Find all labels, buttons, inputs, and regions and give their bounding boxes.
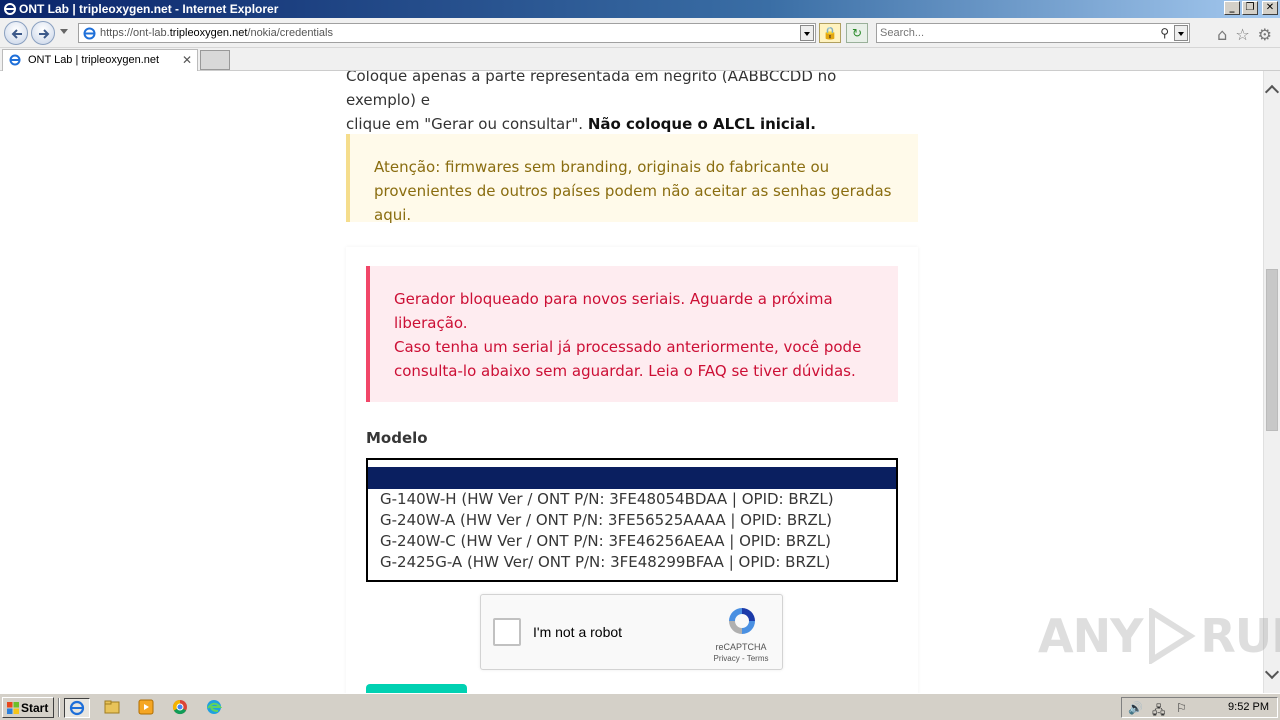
new-tab-button[interactable]	[200, 50, 230, 70]
home-icon[interactable]: ⌂	[1217, 25, 1227, 44]
anyrun-watermark: ANY RUN	[1038, 608, 1280, 664]
tab-bar: ONT Lab | tripleoxygen.net ✕	[0, 48, 1280, 71]
recaptcha-widget: I'm not a robot reCAPTCHA Privacy - Term…	[480, 594, 783, 670]
model-listbox[interactable]: G-140W-H (HW Ver / ONT P/N: 3FE48054BDAA…	[366, 458, 898, 582]
system-tray: 🔊 🖧 ⚐ 9:52 PM	[1121, 697, 1278, 718]
ie-icon	[69, 700, 85, 716]
tab-ont-lab[interactable]: ONT Lab | tripleoxygen.net ✕	[2, 49, 198, 71]
window-controls: _ ❐ ✕	[1224, 1, 1278, 15]
alert-text-line1: Gerador bloqueado para novos seriais. Ag…	[394, 290, 833, 308]
scroll-down-icon[interactable]	[1264, 664, 1280, 680]
taskbar-media-player-icon[interactable]	[134, 698, 160, 718]
intro-paragraph: Coloque apenas a parte representada em n…	[346, 71, 906, 136]
close-window-button[interactable]: ✕	[1262, 1, 1278, 15]
start-button[interactable]: Start	[2, 697, 54, 718]
play-triangle-icon	[1149, 608, 1197, 664]
url-path: /nokia/credentials	[247, 27, 333, 39]
history-dropdown-icon[interactable]	[60, 29, 68, 34]
address-url[interactable]: https://ont-lab.tripleoxygen.net/nokia/c…	[100, 27, 333, 39]
model-option-selected[interactable]	[368, 467, 896, 489]
navigation-bar: https://ont-lab.tripleoxygen.net/nokia/c…	[0, 18, 1280, 48]
window-title: ONT Lab | tripleoxygen.net - Internet Ex…	[19, 2, 279, 16]
search-icon[interactable]: ⚲	[1160, 26, 1169, 40]
watermark-left-text: ANY	[1038, 609, 1143, 663]
search-box[interactable]: ⚲	[876, 23, 1190, 43]
generator-card: Gerador bloqueado para novos seriais. Ag…	[346, 247, 918, 693]
window-titlebar: ONT Lab | tripleoxygen.net - Internet Ex…	[0, 0, 1280, 18]
taskbar-chrome-icon[interactable]	[168, 698, 194, 718]
generator-blocked-alert: Gerador bloqueado para novos seriais. Ag…	[366, 266, 898, 402]
search-dropdown-button[interactable]	[1174, 25, 1188, 41]
model-option[interactable]: G-240W-C (HW Ver / ONT P/N: 3FE46256AEAA…	[380, 532, 831, 550]
alert-text-line2: liberação.	[394, 314, 468, 332]
restore-button[interactable]: ❐	[1242, 1, 1258, 15]
recaptcha-logo-icon	[729, 608, 755, 634]
start-label: Start	[21, 701, 49, 715]
folder-icon	[104, 700, 120, 714]
back-arrow-icon	[11, 29, 22, 39]
watermark-right-text: RUN	[1200, 609, 1280, 663]
url-prefix: https://ont-lab.	[100, 27, 170, 39]
recaptcha-checkbox[interactable]	[493, 618, 521, 646]
minimize-button[interactable]: _	[1224, 1, 1240, 15]
taskbar-explorer-icon[interactable]	[100, 698, 126, 718]
warning-text-line2: provenientes de outros países podem não …	[374, 182, 892, 224]
address-dropdown-button[interactable]	[800, 25, 814, 41]
taskbar-edge-icon[interactable]	[202, 698, 228, 718]
favorites-star-icon[interactable]: ☆	[1235, 25, 1249, 44]
model-option[interactable]: G-140W-H (HW Ver / ONT P/N: 3FE48054BDAA…	[380, 490, 834, 508]
intro-text-line2: clique em "Gerar ou consultar".	[346, 115, 588, 133]
clock[interactable]: 9:52 PM	[1228, 701, 1269, 713]
warning-text-line1: Atenção: firmwares sem branding, origina…	[374, 158, 830, 176]
model-label: Modelo	[366, 429, 428, 447]
tab-title: ONT Lab | tripleoxygen.net	[28, 54, 160, 66]
recaptcha-brand: reCAPTCHA	[715, 642, 767, 652]
ie-page-icon	[83, 27, 96, 40]
taskbar: Start 🔊 🖧 ⚐ 9:52 PM	[0, 693, 1280, 720]
volume-icon[interactable]: 🔊	[1128, 701, 1143, 715]
network-icon[interactable]: 🖧	[1152, 701, 1165, 720]
model-option[interactable]: G-240W-A (HW Ver / ONT P/N: 3FE56525AAAA…	[380, 511, 832, 529]
edge-icon	[207, 700, 223, 714]
address-bar[interactable]: https://ont-lab.tripleoxygen.net/nokia/c…	[78, 23, 816, 43]
recaptcha-label: I'm not a robot	[533, 624, 623, 640]
url-domain: tripleoxygen.net	[169, 27, 248, 39]
forward-button[interactable]	[31, 21, 55, 45]
recaptcha-links[interactable]: Privacy - Terms	[697, 654, 785, 663]
refresh-icon[interactable]: ↻	[846, 23, 868, 43]
alert-text-line4: consulta-lo abaixo sem aguardar. Leia o …	[394, 362, 856, 380]
tab-close-icon[interactable]: ✕	[182, 53, 192, 67]
action-center-flag-icon[interactable]: ⚐	[1176, 701, 1187, 715]
media-player-icon	[138, 699, 154, 715]
page-viewport: Coloque apenas a parte representada em n…	[0, 71, 1263, 693]
lock-icon[interactable]: 🔒	[819, 23, 841, 43]
taskbar-ie-icon[interactable]	[64, 698, 90, 718]
settings-gear-icon[interactable]: ⚙	[1258, 25, 1272, 44]
alert-text-line3: Caso tenha um serial já processado anter…	[394, 338, 862, 356]
scroll-up-icon[interactable]	[1264, 84, 1280, 100]
vertical-scrollbar[interactable]	[1263, 71, 1280, 693]
chrome-icon	[172, 699, 187, 715]
ie-logo-icon	[4, 3, 16, 15]
tab-favicon-icon	[9, 54, 21, 66]
back-button[interactable]	[4, 21, 28, 45]
scroll-thumb[interactable]	[1266, 269, 1278, 431]
intro-bold-text: Não coloque o ALCL inicial.	[587, 115, 816, 133]
submit-button[interactable]	[366, 684, 467, 693]
toolbar-icons: ⌂ ☆ ⚙	[1217, 25, 1272, 44]
intro-text-line1: Coloque apenas a parte representada em n…	[346, 71, 837, 109]
search-input[interactable]	[880, 26, 1150, 40]
taskbar-separator	[58, 698, 60, 717]
model-option[interactable]: G-2425G-A (HW Ver/ ONT P/N: 3FE48299BFAA…	[380, 553, 830, 571]
windows-flag-icon	[7, 702, 19, 714]
forward-arrow-icon	[39, 29, 50, 39]
firmware-warning-notice: Atenção: firmwares sem branding, origina…	[346, 134, 918, 224]
